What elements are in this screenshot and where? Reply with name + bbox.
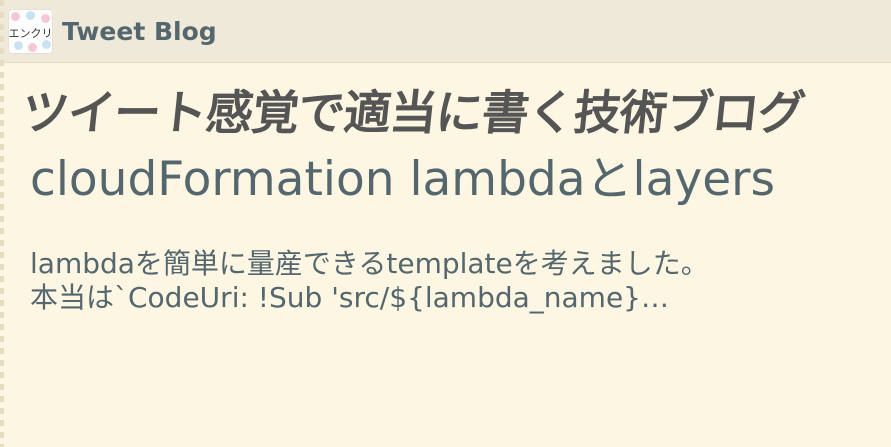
site-title-link[interactable]: Tweet Blog bbox=[62, 17, 217, 46]
logo-text: エンクリ bbox=[8, 26, 53, 40]
post-snippet: 本当は`CodeUri: !Sub 'src/${lambda_name}… bbox=[30, 281, 669, 315]
blog-tagline: ツイート感覚で適当に書く技術ブログ bbox=[19, 86, 807, 141]
post-title-link[interactable]: cloudFormation lambdaとlayers bbox=[30, 147, 830, 213]
page-left-border bbox=[0, 0, 4, 447]
main-content: ツイート感覚で適当に書く技術ブログ cloudFormation lambdaと… bbox=[0, 63, 891, 318]
site-header: エンクリ Tweet Blog bbox=[0, 0, 891, 63]
post-entry: cloudFormation lambdaとlayers lambdaを簡単に量… bbox=[30, 147, 891, 318]
site-logo[interactable]: エンクリ bbox=[8, 8, 53, 54]
